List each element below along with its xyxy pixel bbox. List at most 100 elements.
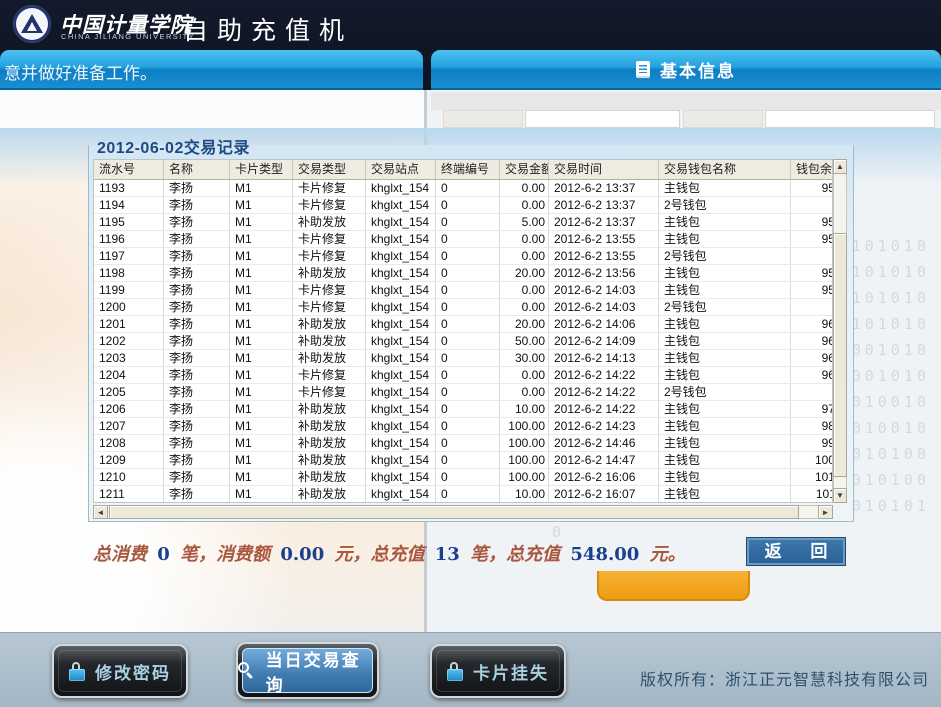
table-cell: 2012-6-2 16:06 bbox=[549, 469, 659, 485]
table-row[interactable]: 1205李扬M1卡片修复khglxt_15400.002012-6-2 14:2… bbox=[94, 384, 833, 401]
horizontal-scrollbar-thumb[interactable] bbox=[109, 505, 799, 519]
table-cell: khglxt_154 bbox=[366, 248, 436, 264]
table-cell: 0.00 bbox=[500, 299, 549, 315]
back-button[interactable]: 返 回 bbox=[746, 537, 846, 566]
confirm-button-partial[interactable] bbox=[597, 571, 750, 601]
table-row[interactable]: 1209李扬M1补助发放khglxt_1540100.002012-6-2 14… bbox=[94, 452, 833, 469]
table-cell: 0 bbox=[436, 248, 500, 264]
table-cell: 0 bbox=[436, 180, 500, 196]
column-header[interactable]: 交易站点 bbox=[366, 160, 436, 179]
vertical-scrollbar-thumb[interactable] bbox=[833, 233, 847, 477]
table-cell: 2012-6-2 14:09 bbox=[549, 333, 659, 349]
info-field-input-2[interactable] bbox=[765, 110, 935, 128]
dialog-title: 2012-06-02交易记录 bbox=[97, 134, 250, 158]
table-row[interactable]: 1203李扬M1补助发放khglxt_154030.002012-6-2 14:… bbox=[94, 350, 833, 367]
scroll-down-icon[interactable] bbox=[833, 488, 847, 503]
table-row[interactable]: 1206李扬M1补助发放khglxt_154010.002012-6-2 14:… bbox=[94, 401, 833, 418]
table-row[interactable]: 1193李扬M1卡片修复khglxt_15400.002012-6-2 13:3… bbox=[94, 180, 833, 197]
table-cell: 李扬 bbox=[164, 401, 230, 417]
table-cell: 2012-6-2 14:47 bbox=[549, 452, 659, 468]
table-row[interactable]: 1195李扬M1补助发放khglxt_15405.002012-6-2 13:3… bbox=[94, 214, 833, 231]
table-row[interactable]: 1211李扬M1补助发放khglxt_154010.002012-6-2 16:… bbox=[94, 486, 833, 503]
table-cell: 李扬 bbox=[164, 214, 230, 230]
table-cell: 0 bbox=[436, 418, 500, 434]
table-row[interactable]: 1207李扬M1补助发放khglxt_1540100.002012-6-2 14… bbox=[94, 418, 833, 435]
table-cell: 10.00 bbox=[500, 401, 549, 417]
table-cell: 1206 bbox=[94, 401, 164, 417]
table-cell: 主钱包 bbox=[659, 486, 791, 502]
table-cell: 1200 bbox=[94, 299, 164, 315]
basic-info-panel-strip bbox=[431, 92, 941, 110]
table-row[interactable]: 1194李扬M1卡片修复khglxt_15400.002012-6-2 13:3… bbox=[94, 197, 833, 214]
scroll-up-icon[interactable] bbox=[833, 159, 847, 174]
table-cell: M1 bbox=[230, 248, 293, 264]
column-header[interactable]: 名称 bbox=[164, 160, 230, 179]
scroll-right-icon[interactable] bbox=[818, 505, 833, 519]
column-header[interactable]: 交易钱包名称 bbox=[659, 160, 791, 179]
summary-line: 总消费 0 笔，消费额 0.00 元，总充值 13 笔，总充值 548.00 元… bbox=[93, 540, 753, 566]
table-row[interactable]: 1197李扬M1卡片修复khglxt_15400.002012-6-2 13:5… bbox=[94, 248, 833, 265]
table-cell: 卡片修复 bbox=[293, 299, 366, 315]
summary-label: 元。 bbox=[650, 544, 686, 565]
table-cell: 1202 bbox=[94, 333, 164, 349]
table-row[interactable]: 1208李扬M1补助发放khglxt_1540100.002012-6-2 14… bbox=[94, 435, 833, 452]
table-cell: 主钱包 bbox=[659, 350, 791, 366]
column-header[interactable]: 钱包余额 bbox=[791, 160, 833, 179]
table-cell: 李扬 bbox=[164, 435, 230, 451]
table-cell: 50.00 bbox=[500, 333, 549, 349]
today-transactions-button[interactable]: 当日交易查询 bbox=[236, 642, 379, 699]
column-header[interactable]: 交易类型 bbox=[293, 160, 366, 179]
table-cell: 0 bbox=[436, 333, 500, 349]
table-row[interactable]: 1196李扬M1卡片修复khglxt_15400.002012-6-2 13:5… bbox=[94, 231, 833, 248]
scroll-left-icon[interactable] bbox=[93, 505, 108, 519]
table-cell: 0.00 bbox=[500, 197, 549, 213]
table-row[interactable]: 1204李扬M1卡片修复khglxt_15400.002012-6-2 14:2… bbox=[94, 367, 833, 384]
table-cell: 主钱包 bbox=[659, 418, 791, 434]
table-cell: 补助发放 bbox=[293, 452, 366, 468]
report-card-loss-button[interactable]: 卡片挂失 bbox=[430, 644, 566, 698]
table-cell: khglxt_154 bbox=[366, 197, 436, 213]
table-cell: M1 bbox=[230, 401, 293, 417]
table-cell: khglxt_154 bbox=[366, 231, 436, 247]
table-cell: 补助发放 bbox=[293, 350, 366, 366]
table-cell: 0.00 bbox=[791, 299, 833, 315]
table-cell: 李扬 bbox=[164, 350, 230, 366]
table-cell: 主钱包 bbox=[659, 231, 791, 247]
table-cell: 0 bbox=[436, 350, 500, 366]
table-row[interactable]: 1201李扬M1补助发放khglxt_154020.002012-6-2 14:… bbox=[94, 316, 833, 333]
summary-value: 548.00 bbox=[566, 544, 643, 565]
table-row[interactable]: 1210李扬M1补助发放khglxt_1540100.002012-6-2 16… bbox=[94, 469, 833, 486]
table-cell: 9900.00 bbox=[791, 435, 833, 451]
table-cell: 李扬 bbox=[164, 197, 230, 213]
table-cell: 100.00 bbox=[500, 418, 549, 434]
table-cell: 0 bbox=[436, 435, 500, 451]
table-cell: 李扬 bbox=[164, 486, 230, 502]
column-header[interactable]: 流水号 bbox=[94, 160, 164, 179]
table-cell: M1 bbox=[230, 282, 293, 298]
table-row[interactable]: 1202李扬M1补助发放khglxt_154050.002012-6-2 14:… bbox=[94, 333, 833, 350]
column-header[interactable]: 终端编号 bbox=[436, 160, 500, 179]
table-cell: 0.00 bbox=[500, 282, 549, 298]
table-cell: M1 bbox=[230, 333, 293, 349]
column-header[interactable]: 交易金额 bbox=[500, 160, 549, 179]
table-cell: 100.00 bbox=[500, 452, 549, 468]
table-cell: khglxt_154 bbox=[366, 265, 436, 281]
table-cell: khglxt_154 bbox=[366, 384, 436, 400]
info-field-input-1[interactable] bbox=[525, 110, 680, 128]
table-cell: 1201 bbox=[94, 316, 164, 332]
change-password-button[interactable]: 修改密码 bbox=[52, 644, 188, 698]
table-row[interactable]: 1198李扬M1补助发放khglxt_154020.002012-6-2 13:… bbox=[94, 265, 833, 282]
column-header[interactable]: 卡片类型 bbox=[230, 160, 293, 179]
transaction-table[interactable]: 流水号名称卡片类型交易类型交易站点终端编号交易金额交易时间交易钱包名称钱包余额 … bbox=[93, 159, 833, 503]
summary-value: 13 bbox=[431, 544, 464, 565]
table-cell: M1 bbox=[230, 452, 293, 468]
table-cell: khglxt_154 bbox=[366, 452, 436, 468]
table-cell: 0 bbox=[436, 197, 500, 213]
table-cell: 0 bbox=[436, 452, 500, 468]
table-cell: 9660.00 bbox=[791, 333, 833, 349]
table-cell: 补助发放 bbox=[293, 418, 366, 434]
column-header[interactable]: 交易时间 bbox=[549, 160, 659, 179]
table-row[interactable]: 1199李扬M1卡片修复khglxt_15400.002012-6-2 14:0… bbox=[94, 282, 833, 299]
table-row[interactable]: 1200李扬M1卡片修复khglxt_15400.002012-6-2 14:0… bbox=[94, 299, 833, 316]
table-cell: 0.00 bbox=[500, 384, 549, 400]
